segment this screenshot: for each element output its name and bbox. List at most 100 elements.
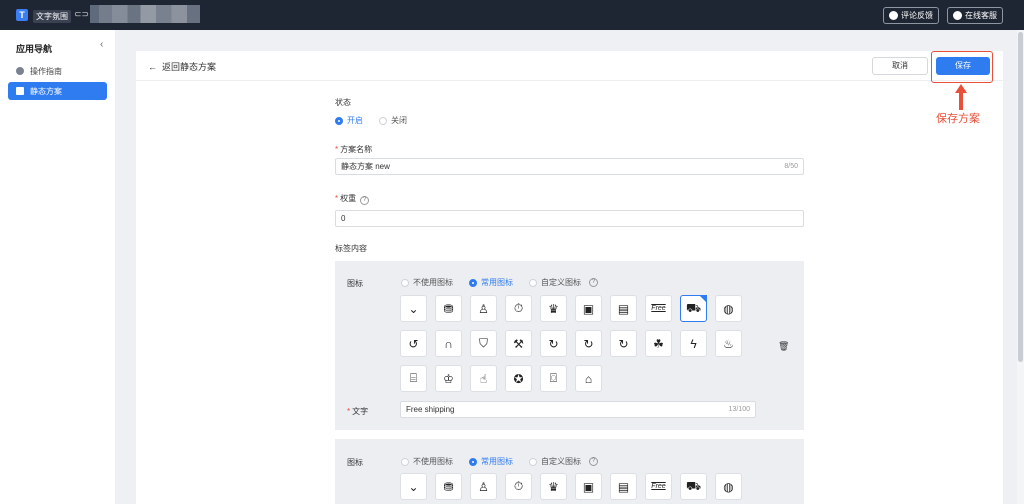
status-label: 状态 — [335, 98, 351, 107]
icon-glyph: ◍ — [723, 479, 734, 494]
icon-option-common[interactable]: 常用图标 — [469, 456, 513, 467]
headset-icon — [953, 11, 962, 20]
icon-glyph: ⛃ — [443, 479, 454, 494]
thumbs-up-icon[interactable]: ☝ — [470, 365, 497, 392]
free-tag-icon[interactable]: Free — [645, 473, 672, 500]
card-header: ← 返回静态方案 取消 保存 — [136, 51, 1003, 81]
icon-option-none[interactable]: 不使用图标 — [401, 456, 453, 467]
icon-type-radio-group: 不使用图标 常用图标 自定义图标? — [401, 456, 598, 467]
crown-icon[interactable]: ♔ — [435, 365, 462, 392]
icon-option-custom[interactable]: 自定义图标? — [529, 456, 598, 467]
shop-name-redacted — [90, 5, 200, 23]
name-label-text: 方案名称 — [340, 145, 373, 154]
wrench-icon[interactable]: ⚒ — [505, 330, 532, 357]
icon-option-label: 自定义图标 — [541, 457, 581, 466]
register-icon[interactable]: ▤ — [610, 473, 637, 500]
online-support-button[interactable]: 在线客服 — [947, 7, 1003, 24]
icon-option-label: 自定义图标 — [541, 278, 581, 287]
help-icon[interactable]: ? — [589, 457, 598, 466]
status-option-off[interactable]: 关闭 — [379, 115, 407, 126]
sidebar: 应用导航 ‹ 操作指南 静态方案 — [0, 30, 115, 504]
trophy-icon[interactable]: ♛ — [540, 473, 567, 500]
bank-icon[interactable]: ⌂ — [575, 365, 602, 392]
globe-icon[interactable]: ◍ — [715, 473, 742, 500]
weight-label: * 权重? — [335, 193, 370, 205]
camera-icon[interactable]: ⌼ — [540, 365, 567, 392]
stamp-icon[interactable]: ♙ — [470, 295, 497, 322]
weight-input[interactable]: 0 — [335, 210, 804, 227]
help-icon[interactable]: ? — [360, 196, 370, 205]
chevron-circle-icon[interactable]: ⌄ — [400, 295, 427, 322]
icon-glyph: ϟ — [690, 336, 697, 351]
sidebar-item-static-plan[interactable]: 静态方案 — [8, 82, 107, 100]
award-icon[interactable]: ✪ — [505, 365, 532, 392]
save-highlight-box — [931, 51, 993, 83]
shopping-bag-check-icon[interactable]: ⛃ — [435, 295, 462, 322]
stamp-icon[interactable]: ♙ — [470, 473, 497, 500]
shopping-bag-check-icon[interactable]: ⛃ — [435, 473, 462, 500]
icon-glyph: ⌂ — [584, 371, 593, 386]
free-tag-icon[interactable]: Free — [645, 295, 672, 322]
scrollbar[interactable] — [1017, 30, 1024, 504]
stopwatch-icon[interactable]: ⏱ — [505, 473, 532, 500]
stopwatch-icon[interactable]: ⏱ — [505, 295, 532, 322]
annotation-text: 保存方案 — [936, 113, 980, 125]
plan-name-input[interactable]: 静态方案 new 8/50 — [335, 158, 804, 175]
icon-glyph: ↻ — [583, 336, 594, 351]
chevron-left-icon[interactable]: ‹ — [100, 39, 103, 50]
truck-icon[interactable]: ⛟ — [680, 473, 707, 500]
sidebar-item-label: 静态方案 — [30, 86, 62, 96]
status-option-label: 关闭 — [391, 116, 407, 125]
cash-icon[interactable]: ▣ — [575, 473, 602, 500]
refund-30-icon[interactable]: ↻ — [610, 330, 637, 357]
refund-3-icon[interactable]: ↻ — [540, 330, 567, 357]
icon-glyph: ✪ — [513, 371, 524, 386]
text-label: * 文字 — [347, 407, 369, 416]
return-icon[interactable]: ↺ — [400, 330, 427, 357]
tag-text-value: Free shipping — [406, 405, 455, 414]
icon-glyph: ⏱ — [513, 301, 524, 315]
radio-checked-icon — [469, 457, 477, 466]
icon-option-custom[interactable]: 自定义图标? — [529, 277, 598, 288]
chevron-circle-icon[interactable]: ⌄ — [400, 473, 427, 500]
support-icon[interactable]: ∩ — [435, 330, 462, 357]
radio-unchecked-icon — [379, 116, 387, 125]
help-icon[interactable]: ? — [589, 278, 598, 287]
flame-icon[interactable]: ♨ — [715, 330, 742, 357]
trash-icon[interactable]: 🗑 — [778, 341, 789, 352]
status-option-on[interactable]: 开启 — [335, 115, 363, 126]
lightning-icon[interactable]: ϟ — [680, 330, 707, 357]
truck-icon[interactable]: ⛟ — [680, 295, 707, 322]
gift-icon[interactable]: ⌸ — [400, 365, 427, 392]
cash-icon[interactable]: ▣ — [575, 295, 602, 322]
back-link[interactable]: ← 返回静态方案 — [148, 60, 216, 73]
register-icon[interactable]: ▤ — [610, 295, 637, 322]
icon-option-common[interactable]: 常用图标 — [469, 277, 513, 288]
tag-text-input[interactable]: Free shipping 13/100 — [400, 401, 756, 418]
sidebar-item-guide[interactable]: 操作指南 — [8, 62, 107, 80]
radio-checked-icon — [469, 278, 477, 287]
icon-option-none[interactable]: 不使用图标 — [401, 277, 453, 288]
icon-glyph: ◍ — [723, 301, 734, 316]
shield-check-icon[interactable]: ⛉ — [470, 330, 497, 357]
weight-value: 0 — [341, 214, 346, 223]
radio-unchecked-icon — [529, 278, 537, 287]
globe-icon[interactable]: ◍ — [715, 295, 742, 322]
refund-15-icon[interactable]: ↻ — [575, 330, 602, 357]
leaf-icon[interactable]: ☘ — [645, 330, 672, 357]
arrow-left-icon: ← — [148, 61, 157, 72]
link-icon[interactable]: ⊂⊃ — [74, 9, 89, 21]
tag-panel-2: 图标 不使用图标 常用图标 自定义图标? ⌄ ⛃ ♙ ⏱ ♛ ▣ ▤ Free ⛟ ◍ — [335, 439, 804, 504]
radio-checked-icon — [335, 116, 343, 125]
feedback-button[interactable]: 评论反馈 — [883, 7, 939, 24]
cancel-button[interactable]: 取消 — [872, 57, 928, 75]
icon-glyph: ♔ — [443, 371, 454, 386]
scrollbar-thumb[interactable] — [1018, 32, 1023, 362]
icon-glyph: ⌄ — [408, 479, 419, 494]
icon-glyph: ⛉ — [478, 336, 488, 350]
icon-glyph: ☝ — [479, 371, 488, 386]
icon-glyph: ♛ — [548, 301, 559, 316]
icon-glyph: ♛ — [548, 479, 559, 494]
trophy-icon[interactable]: ♛ — [540, 295, 567, 322]
icon-option-label: 不使用图标 — [413, 278, 453, 287]
